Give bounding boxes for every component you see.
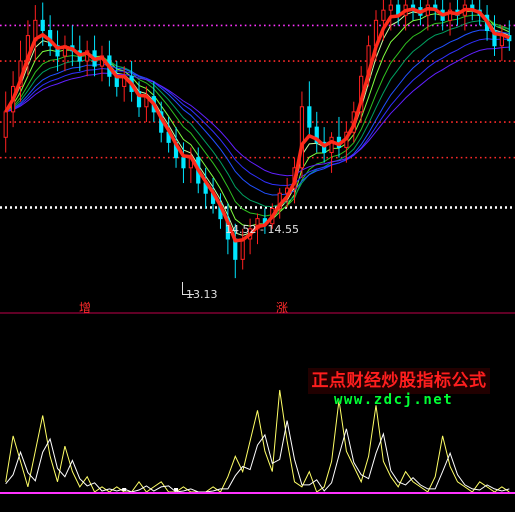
indicator-marker [122,488,127,491]
low-price-label: 13.13 [182,282,218,301]
candle-body [307,106,312,128]
candle-body [329,136,334,154]
watermark-url: www.zdcj.net [334,392,454,408]
chart-background [0,0,515,512]
price-range-label: 14.52 - 14.55 [225,223,299,236]
stock-chart [0,0,515,512]
signal-label-zeng: 增 [79,301,92,315]
candle-body [240,238,245,260]
candle-body [3,111,8,138]
candle-body [40,19,45,32]
watermark-title: 正点财经炒股指标公式 [308,368,490,394]
indicator-marker [174,488,179,491]
candle-body [499,35,504,47]
candle-body [388,4,393,11]
candle-body [410,4,416,9]
candle-body [181,157,186,169]
signal-label-zhang: 涨 [276,301,289,315]
candle-body [381,9,386,21]
